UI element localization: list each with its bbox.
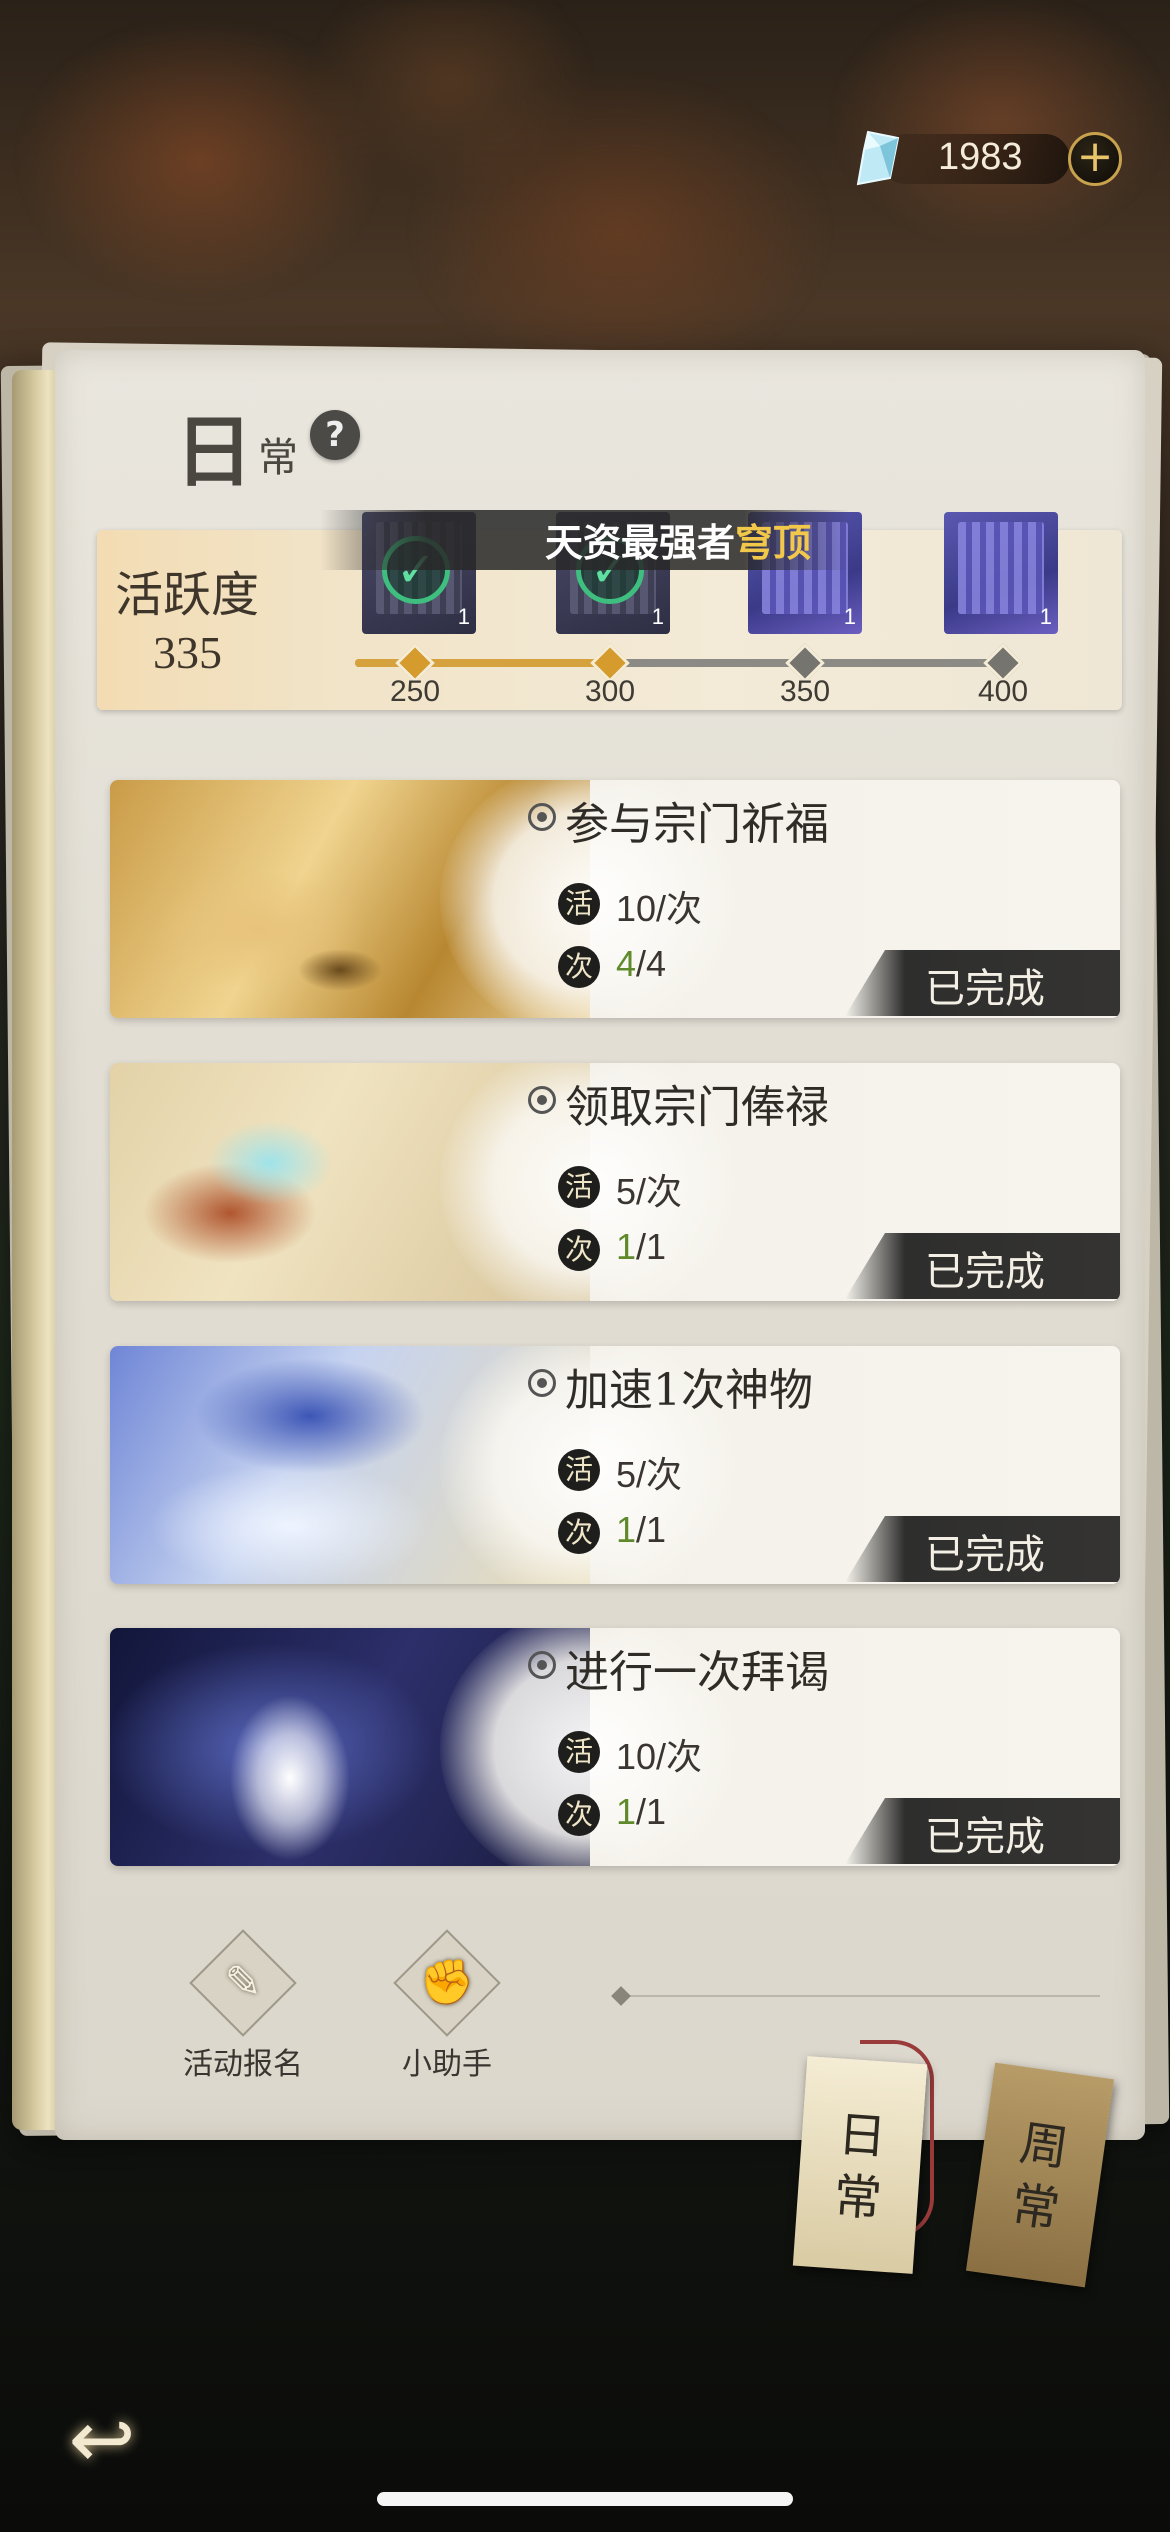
bullet-icon [528,1086,556,1114]
task-times: 4/4 [616,943,666,985]
bullet-icon [528,1369,556,1397]
home-indicator[interactable] [377,2492,793,2506]
reward-chest-400[interactable]: 1 [944,512,1058,634]
times-tag: 次 [558,1794,600,1836]
currency-value: 1983 [938,136,1023,178]
event-signup-button[interactable]: ✎ 活动报名 [183,1929,303,2083]
tab-daily[interactable]: 日常 [792,2056,928,2274]
times-total: /1 [636,1791,667,1832]
task-points: 10/次 [616,1736,703,1777]
milestone-label: 300 [584,675,636,708]
times-done: 1 [616,1226,637,1267]
times-tag: 次 [558,946,600,988]
bullet-icon [528,803,556,831]
reward-book-icon [958,522,1044,614]
task-points: 5/次 [616,1454,683,1495]
status-text: 已完成 [925,1814,1045,1860]
task-name: 参与宗门祈福 [565,799,829,850]
times-done: 1 [616,1509,637,1550]
scroll-quill-icon: ✎ [189,1929,297,2037]
page-title: 日 [175,407,254,498]
times-total: /1 [636,1226,667,1267]
currency-display: 1983 + [850,128,1122,190]
task-times: 1/1 [616,1226,666,1268]
milestone-label: 350 [779,675,831,708]
times-tag: 次 [558,1512,600,1554]
times-total: /4 [636,943,667,984]
activity-label: 活跃度 [115,567,260,623]
times-done: 1 [616,1791,637,1832]
top-player-text: 天资最强者穹顶 [545,512,811,567]
page-title-sub: 常 [258,435,298,481]
add-currency-button[interactable]: + [1068,132,1122,186]
times-tag: 次 [558,1229,600,1271]
top-player-name: 穹顶 [735,520,812,565]
back-arrow-icon[interactable]: ↩ [52,2390,152,2490]
status-text: 已完成 [925,1249,1045,1295]
top-player-prefix: 天资最强者 [545,520,736,565]
reward-count: 1 [457,604,470,629]
status-text: 已完成 [925,1532,1045,1578]
activity-score: 335 [153,627,222,678]
task-card[interactable]: 领取宗门俸禄 活 5/次 次 1/1 已完成 [110,1063,1120,1301]
event-signup-label: 活动报名 [183,2047,303,2082]
tab-daily-char1: 日 [836,2106,888,2166]
task-times: 1/1 [616,1791,666,1833]
milestone-label: 400 [977,675,1029,708]
task-card[interactable]: 参与宗门祈福 活 10/次 次 4/4 已完成 [110,780,1120,1018]
points-tag: 活 [558,1166,600,1208]
points-tag: 活 [558,883,600,925]
reward-count: 1 [843,604,856,629]
crystal-icon [856,130,900,186]
points-tag: 活 [558,1449,600,1491]
points-tag: 活 [558,1731,600,1773]
task-name: 加速1次神物 [565,1365,813,1416]
help-button[interactable]: ? [310,410,360,460]
task-card[interactable]: 加速1次神物 活 5/次 次 1/1 已完成 [110,1346,1120,1584]
milestone-label: 250 [389,675,441,708]
assistant-button[interactable]: ✊ 小助手 [387,1929,507,2083]
task-points: 5/次 [616,1171,683,1212]
task-name: 领取宗门俸禄 [565,1082,829,1133]
bullet-icon [528,1651,556,1679]
times-done: 4 [616,943,637,984]
reward-count: 1 [1039,604,1052,629]
reward-count: 1 [651,604,664,629]
task-name: 进行一次拜谒 [565,1647,829,1698]
task-times: 1/1 [616,1509,666,1551]
times-total: /1 [636,1509,667,1550]
divider [620,1995,1100,1997]
fist-icon: ✊ [393,1929,501,2037]
status-text: 已完成 [925,966,1045,1012]
tab-daily-char2: 常 [831,2168,884,2228]
task-points: 10/次 [616,888,703,929]
assistant-label: 小助手 [402,2047,492,2082]
task-card[interactable]: 进行一次拜谒 活 10/次 次 1/1 已完成 [110,1628,1120,1866]
